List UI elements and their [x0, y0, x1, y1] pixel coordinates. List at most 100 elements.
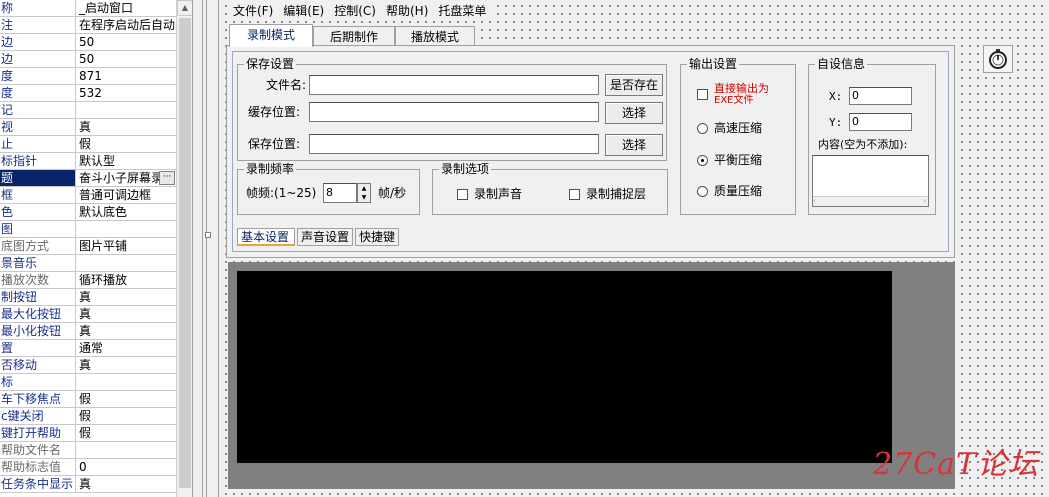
property-row[interactable]: 图 — [0, 221, 176, 238]
property-row[interactable]: 播放次数 循环播放 — [0, 272, 176, 289]
content-textarea[interactable]: ‹ › — [812, 155, 929, 207]
property-value[interactable]: 真 — [77, 476, 176, 492]
cache-location-input[interactable] — [309, 102, 599, 122]
record-sound-checkbox[interactable] — [457, 189, 468, 200]
property-row[interactable]: 最大化按钮真 — [0, 306, 176, 323]
property-row[interactable]: 记 — [0, 102, 176, 119]
property-row[interactable]: 注在程序启动后自动 — [0, 17, 176, 34]
property-row[interactable]: 色默认底色 — [0, 204, 176, 221]
content-hscroll[interactable]: ‹ › — [813, 196, 928, 206]
property-value[interactable] — [77, 255, 176, 271]
property-value[interactable]: 假 — [77, 408, 176, 424]
property-row[interactable]: 景音乐 — [0, 255, 176, 272]
save-choose-button[interactable]: 选择 — [605, 134, 663, 156]
subtab-hotkey[interactable]: 快捷键 — [355, 228, 399, 246]
tab-play-mode[interactable]: 播放模式 — [395, 26, 475, 47]
property-row[interactable]: 度 871 — [0, 68, 176, 85]
property-value[interactable] — [77, 102, 176, 118]
splitter-bar[interactable] — [193, 0, 219, 497]
splitter-grip[interactable] — [205, 232, 211, 238]
property-row[interactable]: c键关闭假 — [0, 408, 176, 425]
x-input[interactable]: 0 — [849, 87, 912, 105]
property-value[interactable]: 普通可调边框 — [77, 187, 176, 203]
record-layer-checkbox[interactable] — [569, 189, 580, 200]
content-label: 内容(空为不添加): — [818, 138, 908, 151]
property-row[interactable]: 度 532 — [0, 85, 176, 102]
quality-compress-radio[interactable] — [697, 186, 708, 197]
property-name: 框 — [0, 187, 76, 203]
property-row[interactable]: 最小化按钮真 — [0, 323, 176, 340]
subtab-sound[interactable]: 声音设置 — [297, 228, 353, 246]
property-row[interactable]: 止假 — [0, 136, 176, 153]
property-value[interactable] — [77, 374, 176, 390]
property-value[interactable]: 50 — [77, 34, 176, 50]
property-row[interactable]: 框普通可调边框 — [0, 187, 176, 204]
property-value[interactable]: 图片平铺 — [77, 238, 176, 254]
property-row[interactable]: 制按钮真 — [0, 289, 176, 306]
property-name: 注 — [0, 17, 76, 33]
property-row[interactable]: 题奋斗小子屏幕录 ··· — [0, 170, 176, 187]
high-compress-radio[interactable] — [697, 123, 708, 134]
subtab-basic[interactable]: 基本设置 — [237, 228, 295, 246]
property-value[interactable]: 在程序启动后自动 — [77, 17, 176, 33]
property-row[interactable]: 底图方式 图片平铺 — [0, 238, 176, 255]
property-value[interactable]: 真 — [77, 289, 176, 305]
property-row[interactable]: 键打开帮助假 — [0, 425, 176, 442]
property-value[interactable]: 假 — [77, 391, 176, 407]
property-row[interactable]: 边 50 — [0, 51, 176, 68]
property-value[interactable]: 真 — [77, 306, 176, 322]
property-value[interactable]: 0 — [77, 459, 176, 475]
property-value[interactable]: 532 — [77, 85, 176, 101]
cache-choose-button[interactable]: 选择 — [605, 102, 663, 124]
property-value[interactable]: 循环播放 — [77, 272, 176, 288]
property-value[interactable]: 假 — [77, 425, 176, 441]
menu-help[interactable]: 帮助(H) — [381, 2, 433, 20]
exists-button[interactable]: 是否存在 — [605, 74, 663, 96]
property-row[interactable]: 边 50 — [0, 34, 176, 51]
property-row[interactable]: 标 — [0, 374, 176, 391]
property-row[interactable]: 任务条中显示真 — [0, 476, 176, 493]
fps-spinner[interactable]: ▲ ▼ — [357, 183, 371, 203]
property-value[interactable]: 通常 — [77, 340, 176, 356]
y-input[interactable]: 0 — [849, 113, 912, 131]
property-row[interactable]: 置通常 — [0, 340, 176, 357]
property-row[interactable]: 车下移焦点假 — [0, 391, 176, 408]
menu-edit[interactable]: 编辑(E) — [278, 2, 329, 20]
tab-record-mode[interactable]: 录制模式 — [229, 24, 313, 47]
property-name: 称 — [0, 0, 76, 16]
property-scrollbar[interactable]: ▲ — [176, 0, 192, 497]
property-value[interactable] — [77, 221, 176, 237]
save-location-input[interactable] — [309, 134, 599, 154]
property-value[interactable]: 默认底色 — [77, 204, 176, 220]
property-value[interactable]: 真 — [77, 357, 176, 373]
property-row[interactable]: 否移动真 — [0, 357, 176, 374]
balance-compress-label: 平衡压缩 — [714, 153, 763, 167]
property-row[interactable]: 标指针 默认型 — [0, 153, 176, 170]
fps-input[interactable]: 8 — [323, 183, 357, 203]
balance-compress-radio[interactable] — [697, 155, 708, 166]
property-value[interactable]: 871 — [77, 68, 176, 84]
exe-output-checkbox[interactable] — [697, 89, 708, 100]
scroll-up-icon[interactable]: ▲ — [177, 0, 192, 16]
record-options-group: 录制选项 录制声音 录制捕捉层 — [432, 162, 668, 215]
menu-tray[interactable]: 托盘菜单 — [433, 2, 491, 20]
property-row[interactable]: 视真 — [0, 119, 176, 136]
filename-input[interactable] — [309, 75, 599, 95]
property-row[interactable]: 称 _启动窗口 — [0, 0, 176, 17]
property-row[interactable]: 帮助文件名 — [0, 442, 176, 459]
property-value[interactable]: 50 — [77, 51, 176, 67]
property-value[interactable]: 真 — [77, 119, 176, 135]
property-value[interactable]: 默认型 — [77, 153, 176, 169]
property-value[interactable] — [77, 442, 176, 458]
property-row[interactable]: 帮助标志值 0 — [0, 459, 176, 476]
property-value[interactable]: _启动窗口 — [77, 0, 176, 16]
timer-control[interactable] — [983, 45, 1013, 73]
property-value[interactable]: 真 — [77, 323, 176, 339]
menu-file[interactable]: 文件(F) — [228, 2, 278, 20]
property-value[interactable]: 假 — [77, 136, 176, 152]
ellipsis-button[interactable]: ··· — [159, 171, 175, 185]
property-name: 度 — [0, 68, 76, 84]
tab-post-production[interactable]: 后期制作 — [313, 26, 395, 47]
scroll-thumb[interactable] — [179, 18, 191, 488]
menu-control[interactable]: 控制(C) — [329, 2, 381, 20]
